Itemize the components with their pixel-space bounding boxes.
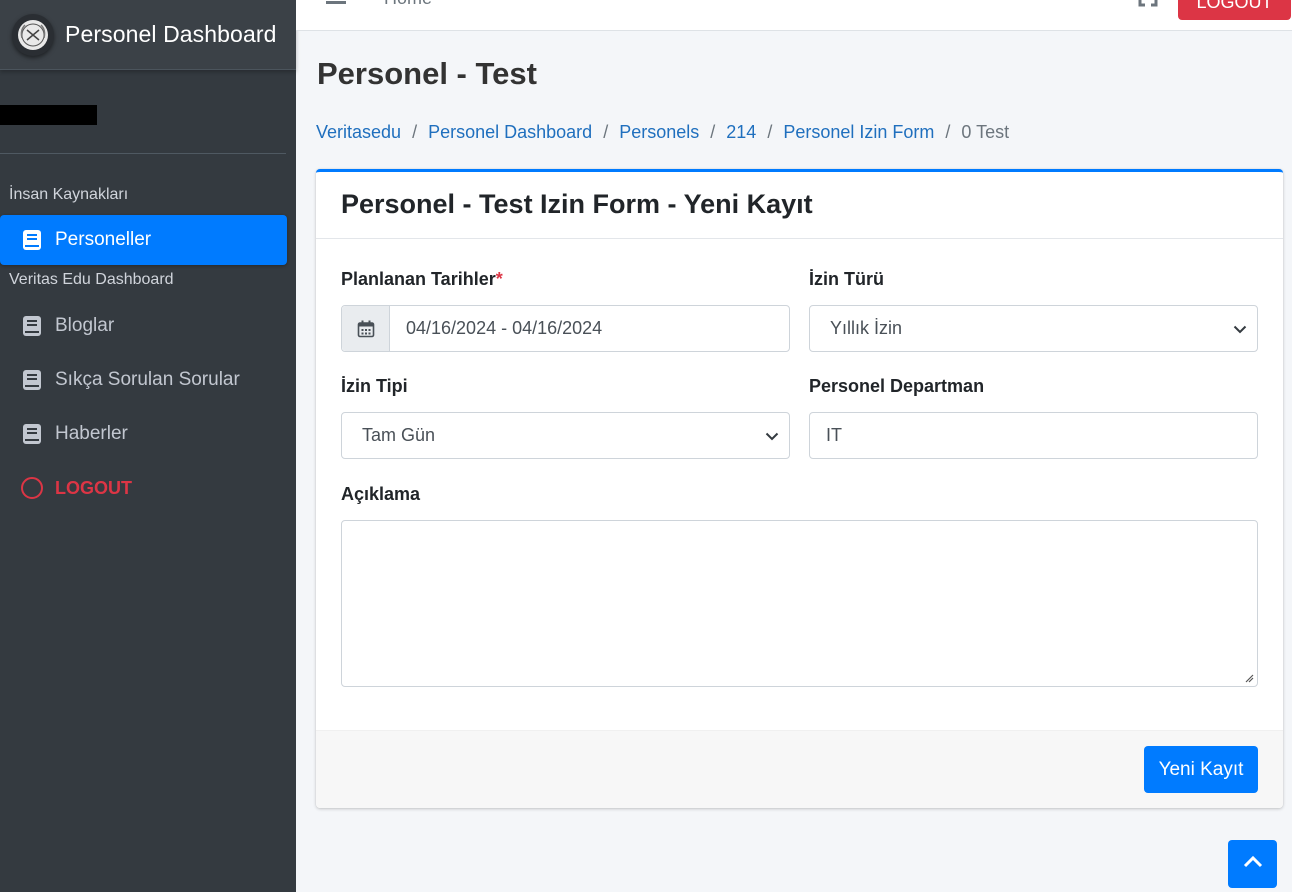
sidebar-item-label: Sıkça Sorulan Sorular (55, 369, 240, 390)
fullscreen-icon[interactable] (1138, 0, 1158, 7)
card-footer: Yeni Kayıt (316, 730, 1283, 808)
logout-button[interactable]: LOGOUT (1178, 0, 1291, 20)
breadcrumb-separator: / (710, 122, 716, 142)
planned-dates-label-text: Planlanan Tarihler (341, 269, 496, 289)
leave-type-label: İzin Tipi (341, 376, 408, 396)
leave-type-select[interactable]: Tam Gün (341, 412, 790, 459)
card-header: Personel - Test Izin Form - Yeni Kayıt (316, 172, 1283, 239)
sidebar: Personel Dashboard İnsan Kaynakları Pers… (0, 0, 296, 892)
department-value: IT (826, 425, 842, 445)
planned-dates-field[interactable]: 04/16/2024 - 04/16/2024 (341, 305, 790, 352)
breadcrumb-link[interactable]: Personels (619, 122, 699, 143)
breadcrumb-separator: / (412, 122, 418, 142)
sidebar-item-label: Bloglar (55, 315, 115, 336)
top-navbar: Home LOGOUT (296, 0, 1292, 31)
department-label: Personel Departman (809, 376, 985, 396)
page-title: Personel - Test (317, 56, 537, 91)
scroll-to-top-button[interactable] (1228, 840, 1277, 888)
sidebar-item-label: Personeller (55, 229, 152, 250)
planned-dates-value: 04/16/2024 - 04/16/2024 (406, 318, 603, 338)
planned-dates-label: Planlanan Tarihler* (341, 269, 503, 290)
nav-header-hr: İnsan Kaynakları (9, 186, 129, 203)
brand-name: Personel Dashboard (65, 21, 277, 47)
breadcrumb-current: 0 Test (961, 122, 1010, 142)
sidebar-item-haberler[interactable]: Haberler (0, 409, 287, 459)
breadcrumb-link[interactable]: Personel Izin Form (783, 122, 934, 143)
breadcrumb-separator: / (767, 122, 773, 142)
leave-type-value: Tam Gün (362, 425, 436, 445)
brand-logo (12, 13, 54, 56)
book-icon (20, 227, 44, 253)
circle-icon (20, 475, 44, 501)
sidebar-item-bloglar[interactable]: Bloglar (0, 301, 287, 351)
sidebar-item-sss[interactable]: Sıkça Sorulan Sorular (0, 355, 287, 405)
calendar-icon[interactable] (342, 306, 390, 351)
description-label: Açıklama (341, 484, 421, 504)
card-title: Personel - Test Izin Form - Yeni Kayıt (341, 189, 813, 219)
breadcrumb-link[interactable]: 214 (726, 122, 756, 143)
description-textarea[interactable] (341, 520, 1258, 687)
leave-form-card: Personel - Test Izin Form - Yeni Kayıt P… (316, 169, 1283, 808)
brand[interactable]: Personel Dashboard (0, 0, 296, 70)
breadcrumb-link[interactable]: Personel Dashboard (428, 122, 592, 143)
chevron-down-icon (1233, 318, 1247, 339)
card-body: Planlanan Tarihler* 04/16/2024 - 04/16/2… (316, 239, 1283, 733)
required-mark: * (495, 269, 503, 289)
book-icon (20, 421, 44, 447)
sidebar-item-personeller[interactable]: Personeller (0, 215, 287, 265)
sidebar-item-logout[interactable]: LOGOUT (0, 463, 287, 513)
department-input[interactable]: IT (809, 412, 1258, 459)
leave-kind-select[interactable]: Yıllık İzin (809, 305, 1258, 352)
chevron-up-icon (1243, 855, 1263, 873)
breadcrumb-separator: / (603, 122, 609, 142)
breadcrumb-link[interactable]: Veritasedu (316, 122, 401, 143)
new-record-button[interactable]: Yeni Kayıt (1144, 746, 1258, 793)
nav-header-veritas: Veritas Edu Dashboard (9, 271, 174, 288)
resize-handle-icon[interactable] (1244, 673, 1254, 683)
sidebar-item-label: LOGOUT (55, 477, 132, 498)
book-icon (20, 313, 44, 339)
leave-kind-value: Yıllık İzin (830, 318, 903, 338)
book-icon (20, 367, 44, 393)
chevron-down-icon (765, 425, 779, 446)
breadcrumb-separator: / (945, 122, 951, 142)
home-link[interactable]: Home (384, 0, 432, 9)
breadcrumb: Veritasedu / Personel Dashboard / Person… (316, 122, 1009, 143)
leave-kind-label: İzin Türü (809, 269, 884, 289)
user-name-redacted[interactable] (0, 105, 97, 125)
sidebar-item-label: Haberler (55, 423, 128, 444)
hamburger-icon[interactable] (326, 0, 346, 4)
user-panel (0, 70, 286, 154)
